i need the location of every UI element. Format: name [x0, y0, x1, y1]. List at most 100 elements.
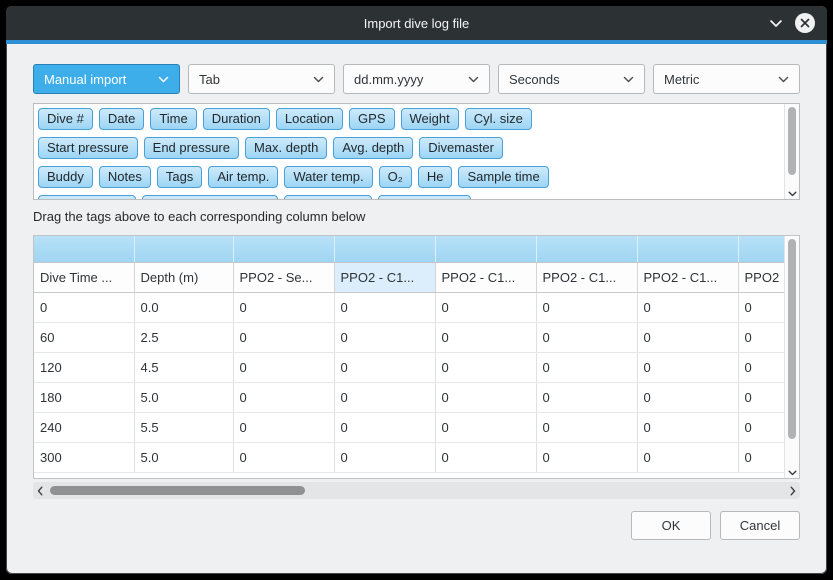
drag-tag[interactable]: Avg. depth [333, 137, 413, 159]
column-header[interactable]: PPO2 - Se... [233, 262, 334, 292]
table-row: 00.0000000 [34, 292, 785, 322]
drag-tag[interactable]: Sample temperature [142, 195, 278, 199]
ok-button[interactable]: OK [631, 511, 711, 540]
table-horizontal-scrollbar[interactable] [33, 482, 800, 499]
drag-tag[interactable]: Max. depth [245, 137, 327, 159]
field-separator-combo[interactable]: Tab [188, 64, 335, 94]
table-cell: 0 [233, 322, 334, 352]
column-drop-target[interactable] [637, 236, 738, 262]
table-cell: 5.5 [134, 412, 233, 442]
drag-tag[interactable]: Divemaster [419, 137, 503, 159]
titlebar-accent [6, 40, 827, 44]
chevron-down-icon [468, 76, 479, 83]
time-format-combo[interactable]: Seconds [498, 64, 645, 94]
table-cell: 0 [738, 292, 785, 322]
drag-tag[interactable]: End pressure [144, 137, 239, 159]
drag-tag[interactable]: Buddy [38, 166, 93, 188]
drag-tag[interactable]: Duration [203, 108, 270, 130]
combo-value: Metric [664, 72, 699, 87]
table-cell: 0 [536, 322, 637, 352]
titlebar[interactable]: Import dive log file [6, 6, 827, 40]
column-header[interactable]: Depth (m) [134, 262, 233, 292]
import-mode-combo[interactable]: Manual import [33, 64, 180, 94]
drag-tag[interactable]: Time [150, 108, 196, 130]
column-header[interactable]: PPO2 [738, 262, 785, 292]
column-drop-target[interactable] [536, 236, 637, 262]
window-controls [769, 6, 815, 40]
table-cell: 0 [334, 412, 435, 442]
column-header[interactable]: PPO2 - C1... [435, 262, 536, 292]
combo-value: Seconds [509, 72, 560, 87]
table-cell: 0 [536, 442, 637, 472]
drag-tag[interactable]: Sample depth [38, 195, 136, 199]
column-header[interactable]: PPO2 - C1... [334, 262, 435, 292]
dialog-body: Manual importTabdd.mm.yyyySecondsMetric … [6, 64, 827, 540]
table-scrollbar-thumb[interactable] [788, 239, 796, 439]
drag-tag[interactable]: Sample time [458, 166, 548, 188]
drag-tag[interactable]: Notes [99, 166, 151, 188]
column-drop-target[interactable] [334, 236, 435, 262]
table-cell: 0 [334, 382, 435, 412]
column-drop-target[interactable] [738, 236, 785, 262]
cancel-button[interactable]: Cancel [720, 511, 800, 540]
drag-tag[interactable]: Water temp. [284, 166, 372, 188]
drag-tag[interactable]: Sample pO₂ [284, 195, 372, 199]
window-title: Import dive log file [6, 16, 827, 31]
column-drop-target[interactable] [233, 236, 334, 262]
tags-scrollbar-thumb[interactable] [788, 107, 796, 175]
column-header[interactable]: PPO2 - C1... [536, 262, 637, 292]
drag-tag[interactable]: Date [99, 108, 144, 130]
tags-scrollbar[interactable] [784, 104, 799, 199]
table-cell: 0 [536, 412, 637, 442]
table-cell: 0 [738, 322, 785, 352]
combo-value: Tab [199, 72, 220, 87]
table-cell: 0 [637, 322, 738, 352]
drag-tag[interactable]: Sample CNS [378, 195, 471, 199]
column-drop-target[interactable] [34, 236, 134, 262]
table-cell: 300 [34, 442, 134, 472]
combo-value: dd.mm.yyyy [354, 72, 423, 87]
tag-row: Sample depth Sample temperature Sample pO₂… [38, 195, 783, 199]
close-button[interactable] [795, 13, 815, 33]
button-row: OK Cancel [33, 511, 800, 540]
column-drop-target[interactable] [435, 236, 536, 262]
scroll-right-icon[interactable] [790, 482, 796, 499]
drag-tag[interactable]: Start pressure [38, 137, 138, 159]
chevron-down-icon [778, 76, 789, 83]
tag-row: Dive # Date Time Duration Location GPS Weight C… [38, 108, 783, 130]
preview-table-area: Dive Time ...Depth (m)PPO2 - Se...PPO2 -… [33, 235, 800, 479]
drag-tag[interactable]: Cyl. size [465, 108, 532, 130]
drag-tag[interactable]: GPS [349, 108, 394, 130]
date-format-combo[interactable]: dd.mm.yyyy [343, 64, 490, 94]
horizontal-scrollbar-thumb[interactable] [50, 486, 305, 495]
units-combo[interactable]: Metric [653, 64, 800, 94]
column-header[interactable]: Dive Time ... [34, 262, 134, 292]
chevron-down-icon [313, 76, 324, 83]
drag-tag[interactable]: Weight [401, 108, 459, 130]
scroll-left-icon[interactable] [37, 482, 43, 499]
drag-tag[interactable]: Air temp. [208, 166, 278, 188]
drag-tag[interactable]: Dive # [38, 108, 93, 130]
drag-tag[interactable]: O₂ [379, 166, 412, 188]
column-header[interactable]: PPO2 - C1... [637, 262, 738, 292]
drag-tag[interactable]: Location [276, 108, 343, 130]
column-drop-target[interactable] [134, 236, 233, 262]
table-cell: 0 [637, 292, 738, 322]
table-row: 1204.5000000 [34, 352, 785, 382]
tag-row: Start pressure End pressure Max. depth Avg.… [38, 137, 783, 159]
table-vertical-scrollbar[interactable] [784, 236, 799, 478]
table-cell: 0 [738, 412, 785, 442]
table-cell: 0 [435, 412, 536, 442]
table-cell: 0 [637, 412, 738, 442]
drag-tag[interactable]: Tags [157, 166, 202, 188]
combo-row: Manual import Tab dd.mm.yyyy Seconds Metric [33, 64, 800, 94]
table-row: 602.5000000 [34, 322, 785, 352]
drag-tag[interactable]: He [418, 166, 453, 188]
window-frame: Import dive log file Manual import Tab dd.… [0, 0, 833, 580]
close-icon [800, 18, 810, 28]
chevron-down-icon[interactable] [769, 19, 783, 28]
instruction-text: Drag the tags above to each correspondin… [33, 208, 800, 226]
scroll-down-icon[interactable] [785, 470, 799, 476]
scroll-down-icon[interactable] [785, 191, 799, 197]
table-row: 3005.0000000 [34, 442, 785, 472]
